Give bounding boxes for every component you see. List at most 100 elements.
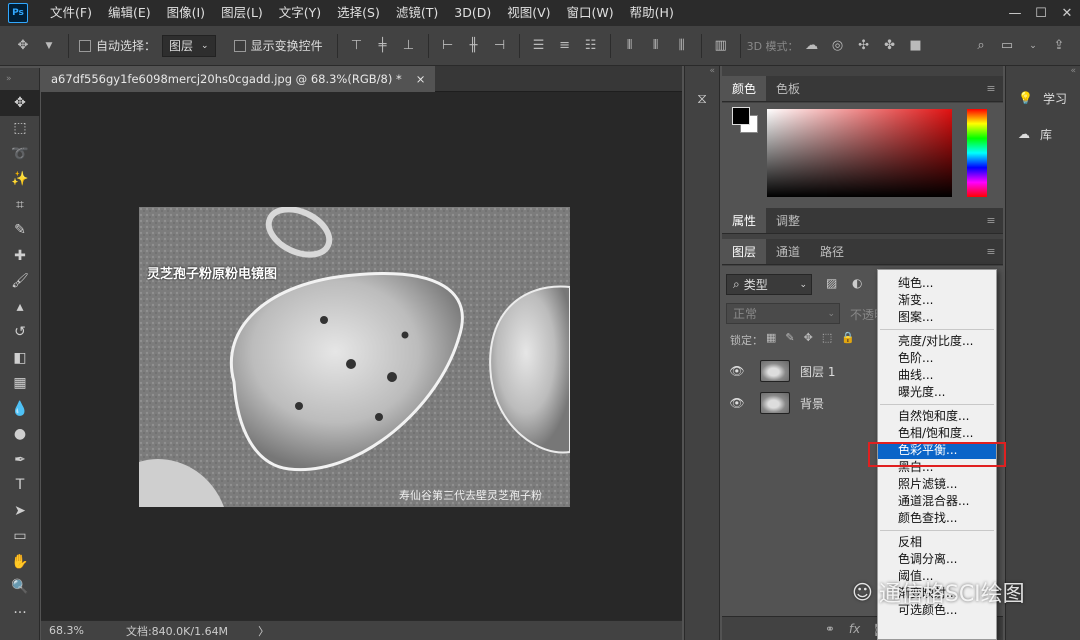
- menu-layer[interactable]: 图层(L): [213, 0, 271, 26]
- align-hcenter-icon[interactable]: ╫: [463, 35, 485, 57]
- minimize-icon[interactable]: —: [1002, 0, 1028, 26]
- panel-menu-icon[interactable]: ≡: [979, 239, 1003, 264]
- crop-tool-icon[interactable]: ⌗: [0, 192, 40, 218]
- distribute-left-icon[interactable]: ⫴: [619, 35, 641, 57]
- chevron-down-icon[interactable]: ▼: [38, 35, 60, 57]
- 3d-orbit-icon[interactable]: ☁: [801, 35, 823, 57]
- status-arrow-icon[interactable]: 〉: [258, 623, 269, 639]
- maximize-icon[interactable]: ☐: [1028, 0, 1054, 26]
- stamp-tool-icon[interactable]: ▴: [0, 294, 40, 320]
- eye-icon[interactable]: 👁: [722, 364, 752, 378]
- menu-item-brightness-contrast[interactable]: 亮度/对比度...: [878, 333, 996, 350]
- search-icon[interactable]: ⌕: [970, 35, 992, 57]
- more-tools-icon[interactable]: ···: [0, 600, 40, 626]
- move-tool-icon[interactable]: ✥: [12, 35, 34, 57]
- hand-tool-icon[interactable]: ✋: [0, 549, 40, 575]
- menu-3d[interactable]: 3D(D): [446, 0, 499, 26]
- libraries-panel-button[interactable]: ☁ 库: [1006, 116, 1080, 152]
- move-tool-icon[interactable]: ✥: [0, 90, 40, 116]
- menu-select[interactable]: 选择(S): [329, 0, 388, 26]
- path-selection-icon[interactable]: ➤: [0, 498, 40, 524]
- menu-item-hue-saturation[interactable]: 色相/饱和度...: [878, 425, 996, 442]
- hue-slider[interactable]: [967, 109, 987, 197]
- 3d-roll-icon[interactable]: ◎: [827, 35, 849, 57]
- lock-position-icon[interactable]: ✥: [804, 331, 813, 344]
- distribute-bottom-icon[interactable]: ☷: [580, 35, 602, 57]
- lock-image-icon[interactable]: ✎: [785, 331, 794, 344]
- 3d-pan-icon[interactable]: ✣: [853, 35, 875, 57]
- blend-mode-dropdown[interactable]: 正常 ⌄: [726, 303, 840, 324]
- chevron-down-icon[interactable]: ⌄: [1022, 35, 1044, 57]
- menu-item-vibrance[interactable]: 自然饱和度...: [878, 408, 996, 425]
- foreground-color-swatch[interactable]: [732, 107, 750, 125]
- history-panel-icon[interactable]: ⧖: [685, 84, 719, 114]
- zoom-tool-icon[interactable]: 🔍: [0, 575, 40, 601]
- history-brush-icon[interactable]: ↺: [0, 320, 40, 346]
- auto-select-dropdown[interactable]: 图层 ⌄: [162, 34, 216, 57]
- tab-channels[interactable]: 通道: [766, 239, 810, 264]
- menu-item-photo-filter[interactable]: 照片滤镜...: [878, 476, 996, 493]
- lock-transparent-icon[interactable]: ▦: [766, 331, 776, 344]
- menu-edit[interactable]: 编辑(E): [100, 0, 159, 26]
- workspace-icon[interactable]: ▭: [996, 35, 1018, 57]
- menu-view[interactable]: 视图(V): [499, 0, 558, 26]
- panel-menu-icon[interactable]: ≡: [979, 76, 1003, 101]
- collapse-icon[interactable]: «: [685, 66, 719, 84]
- close-window-icon[interactable]: ✕: [1054, 0, 1080, 26]
- dodge-tool-icon[interactable]: ●: [0, 422, 40, 448]
- color-field[interactable]: [767, 109, 952, 197]
- align-vcenter-icon[interactable]: ╪: [372, 35, 394, 57]
- menu-item-levels[interactable]: 色阶...: [878, 350, 996, 367]
- menu-image[interactable]: 图像(I): [159, 0, 213, 26]
- lasso-tool-icon[interactable]: ➰: [0, 141, 40, 167]
- zoom-level[interactable]: 68.3%: [41, 624, 92, 637]
- distribute-top-icon[interactable]: ☰: [528, 35, 550, 57]
- tab-properties[interactable]: 属性: [722, 208, 767, 233]
- document-tab[interactable]: a67df556gy1fe6098mercj20hs0cgadd.jpg @ 6…: [41, 66, 436, 92]
- fx-icon[interactable]: fx: [849, 622, 860, 636]
- pen-tool-icon[interactable]: ✒: [0, 447, 40, 473]
- distribute-right-icon[interactable]: ⫼: [671, 35, 693, 57]
- menu-item-color-lookup[interactable]: 颜色查找...: [878, 510, 996, 527]
- filter-image-icon[interactable]: ▨: [826, 276, 837, 290]
- menu-type[interactable]: 文字(Y): [271, 0, 329, 26]
- distribute-vcenter-icon[interactable]: ≡: [554, 35, 576, 57]
- menu-window[interactable]: 窗口(W): [559, 0, 622, 26]
- panel-menu-icon[interactable]: ≡: [979, 208, 1003, 233]
- align-left-icon[interactable]: ⊢: [437, 35, 459, 57]
- tab-swatches[interactable]: 色板: [766, 76, 810, 101]
- 3d-camera-icon[interactable]: ■: [905, 35, 927, 57]
- align-right-icon[interactable]: ⊣: [489, 35, 511, 57]
- menu-item-channel-mixer[interactable]: 通道混合器...: [878, 493, 996, 510]
- menu-item-gradient[interactable]: 渐变...: [878, 292, 996, 309]
- menu-item-pattern[interactable]: 图案...: [878, 309, 996, 326]
- learn-panel-button[interactable]: 💡 学习: [1006, 80, 1080, 116]
- menu-item-invert[interactable]: 反相: [878, 534, 996, 551]
- menu-item-exposure[interactable]: 曝光度...: [878, 384, 996, 401]
- menu-filter[interactable]: 滤镜(T): [388, 0, 446, 26]
- magic-wand-icon[interactable]: ✨: [0, 167, 40, 193]
- marquee-tool-icon[interactable]: ⬚: [0, 116, 40, 142]
- rectangle-tool-icon[interactable]: ▭: [0, 524, 40, 550]
- align-bottom-icon[interactable]: ⊥: [398, 35, 420, 57]
- filter-adjustment-icon[interactable]: ◐: [852, 276, 862, 290]
- menu-item-posterize[interactable]: 色调分离...: [878, 551, 996, 568]
- tab-paths[interactable]: 路径: [810, 239, 854, 264]
- tab-adjustments[interactable]: 调整: [766, 208, 810, 233]
- eraser-tool-icon[interactable]: ◧: [0, 345, 40, 371]
- gradient-tool-icon[interactable]: ▦: [0, 371, 40, 397]
- menu-item-solid-color[interactable]: 纯色...: [878, 275, 996, 292]
- healing-brush-icon[interactable]: ✚: [0, 243, 40, 269]
- tab-color[interactable]: 颜色: [722, 76, 767, 101]
- eyedropper-icon[interactable]: ✎: [0, 218, 40, 244]
- lock-artboard-icon[interactable]: ⬚: [822, 331, 832, 344]
- auto-select-checkbox[interactable]: [79, 39, 91, 52]
- menu-file[interactable]: 文件(F): [42, 0, 100, 26]
- brush-tool-icon[interactable]: 🖌: [0, 269, 40, 295]
- auto-align-icon[interactable]: ▥: [710, 35, 732, 57]
- 3d-slide-icon[interactable]: ✤: [879, 35, 901, 57]
- layer-filter-dropdown[interactable]: ⌕ 类型 ⌄: [726, 274, 812, 295]
- align-top-icon[interactable]: ⊤: [346, 35, 368, 57]
- collapse-icon[interactable]: «: [1006, 66, 1080, 80]
- close-tab-icon[interactable]: ×: [416, 72, 426, 86]
